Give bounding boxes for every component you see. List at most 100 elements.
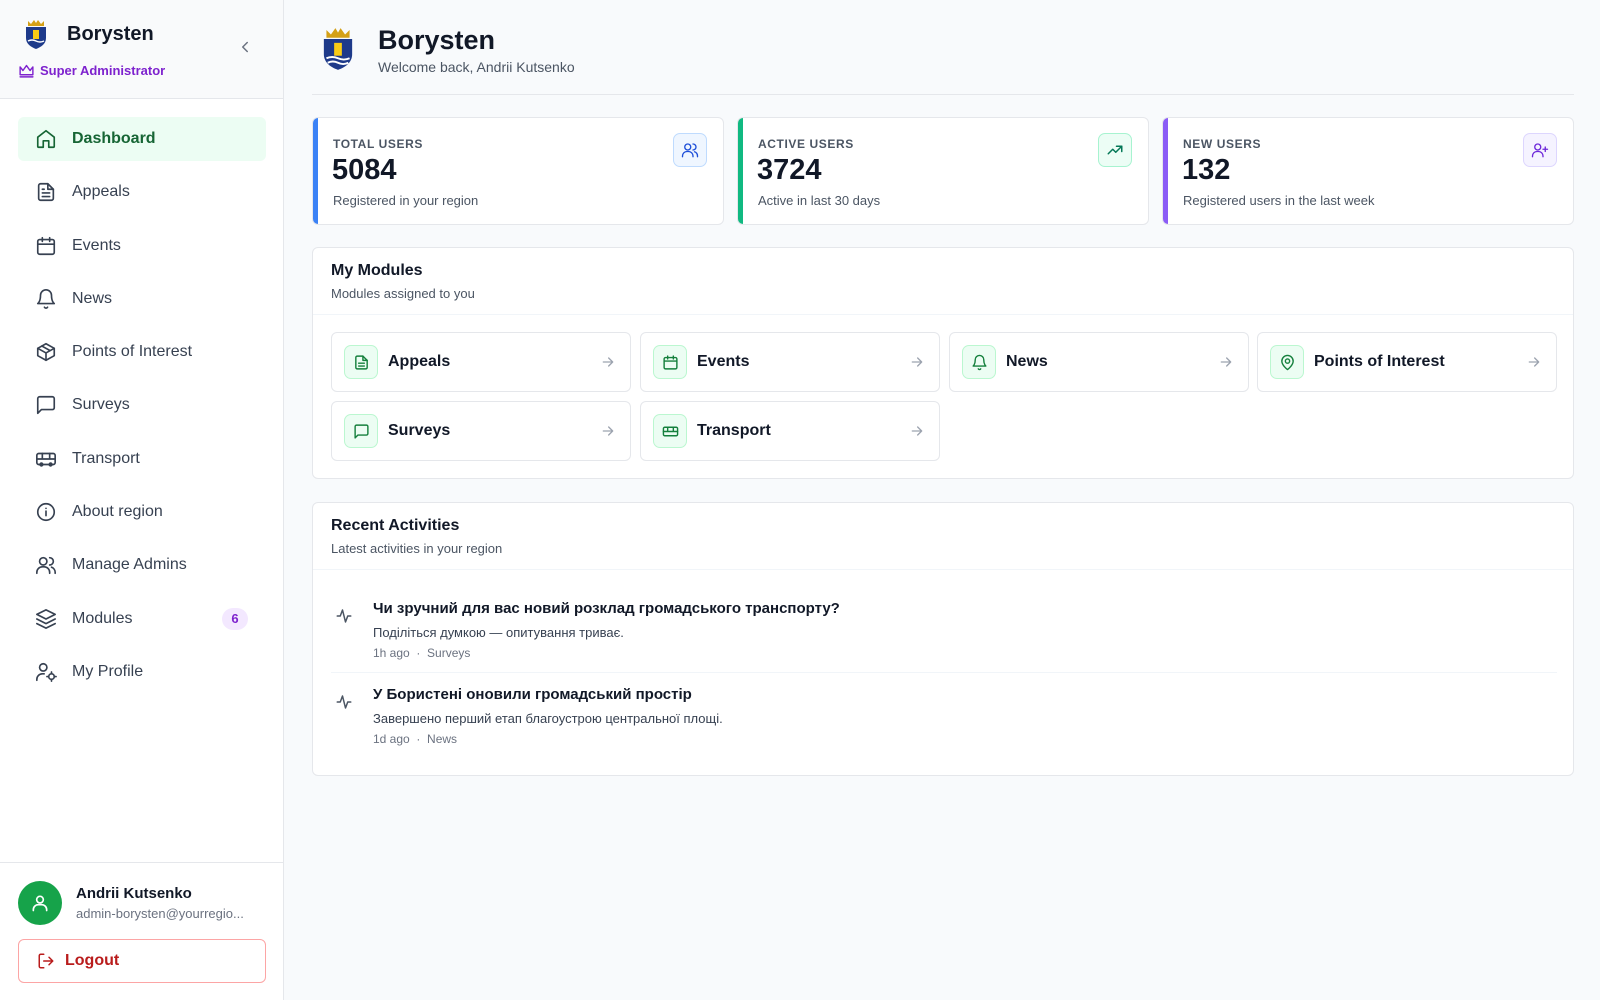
sidebar-item-manage-admins[interactable]: Manage Admins [18, 543, 266, 587]
sidebar-item-label: News [72, 289, 113, 307]
modules-card: My Modules Modules assigned to you Appea… [312, 247, 1574, 479]
sidebar-item-surveys[interactable]: Surveys [18, 383, 266, 427]
stat-card-active-users: ACTIVE USERS 3724 Active in last 30 days [737, 117, 1149, 225]
module-icon-box [1270, 345, 1304, 379]
arrow-right-icon [1528, 357, 1540, 367]
activity-description: Завершено перший етап благоустрою центра… [373, 711, 723, 726]
module-news[interactable]: News [949, 332, 1249, 392]
activity-item[interactable]: Чи зручний для вас новий розклад громадс… [331, 595, 1557, 681]
sidebar: Borysten Super Administrator Dashboard A… [0, 0, 284, 1000]
stat-icon-box [1523, 133, 1557, 167]
calendar-icon [662, 354, 678, 370]
stat-description: Active in last 30 days [758, 193, 881, 208]
sidebar-item-label: Manage Admins [72, 556, 187, 574]
activity-time: 1d ago [373, 732, 410, 746]
sidebar-item-about-region[interactable]: About region [18, 490, 266, 534]
page-title: Borysten [378, 25, 496, 55]
user-email: admin-borysten@yourregio... [76, 906, 244, 921]
document-icon [37, 183, 55, 202]
logout-button[interactable]: Logout [18, 939, 266, 983]
sidebar-item-appeals[interactable]: Appeals [18, 170, 266, 214]
bus-icon [662, 426, 678, 436]
sidebar-item-label: Events [72, 236, 121, 254]
sidebar-item-my-profile[interactable]: My Profile [18, 650, 266, 694]
stat-label: TOTAL USERS [333, 137, 423, 151]
stat-icon-box [1098, 133, 1132, 167]
activity-category: Surveys [427, 646, 471, 660]
home-icon [36, 129, 56, 149]
module-label: Events [697, 353, 750, 370]
collapse-sidebar-button[interactable] [236, 38, 254, 56]
role-badge: Super Administrator [18, 62, 165, 79]
module-label: Transport [697, 422, 771, 439]
modules-card-header: My Modules Modules assigned to you [313, 248, 1573, 315]
modules-subtitle: Modules assigned to you [331, 286, 475, 301]
arrow-right-icon [602, 426, 614, 436]
avatar[interactable] [18, 881, 62, 925]
bus-icon [36, 452, 56, 467]
coat-of-arms-icon [26, 20, 46, 49]
stat-description: Registered in your region [333, 193, 479, 208]
users-icon [36, 557, 56, 575]
sidebar-item-label: Surveys [72, 396, 130, 414]
message-icon [353, 423, 369, 439]
activity-category: News [427, 732, 458, 746]
sidebar-item-dashboard[interactable]: Dashboard [18, 117, 266, 161]
module-events[interactable]: Events [640, 332, 940, 392]
bell-icon [971, 354, 987, 370]
module-surveys[interactable]: Surveys [331, 401, 631, 461]
module-transport[interactable]: Transport [640, 401, 940, 461]
divider [331, 672, 1557, 673]
activity-meta: 1h ago · Surveys [373, 646, 471, 660]
sidebar-item-label: About region [72, 503, 163, 521]
activities-title: Recent Activities [331, 517, 460, 534]
main-content: Borysten Welcome back, Andrii Kutsenko T… [284, 0, 1600, 1000]
map-pin-icon [1280, 354, 1294, 370]
stat-label: NEW USERS [1183, 137, 1262, 151]
module-label: Surveys [388, 422, 451, 439]
stat-label: ACTIVE USERS [758, 137, 854, 151]
coat-of-arms-icon [323, 28, 353, 70]
stat-card-new-users: NEW USERS 132 Registered users in the la… [1162, 117, 1574, 225]
sidebar-item-modules[interactable]: Modules 6 [18, 597, 266, 641]
arrow-right-icon [911, 426, 923, 436]
stat-description: Registered users in the last week [1183, 193, 1375, 208]
document-icon [354, 354, 368, 370]
stat-card-total-users: TOTAL USERS 5084 Registered in your regi… [312, 117, 724, 225]
sidebar-item-label: Appeals [72, 183, 130, 201]
sidebar-item-news[interactable]: News [18, 277, 266, 321]
arrow-right-icon [1220, 357, 1232, 367]
sidebar-item-points-of-interest[interactable]: Points of Interest [18, 330, 266, 374]
sidebar-item-label: My Profile [72, 662, 144, 680]
info-icon [36, 503, 56, 522]
module-label: Points of Interest [1314, 353, 1445, 370]
activity-pulse-icon [336, 695, 352, 709]
modules-title: My Modules [331, 262, 423, 279]
sidebar-item-transport[interactable]: Transport [18, 437, 266, 481]
module-label: Appeals [388, 353, 451, 370]
message-icon [36, 396, 56, 415]
activity-title: У Бористені оновили громадський простір [373, 686, 692, 703]
logout-label: Logout [65, 952, 120, 969]
stat-value: 5084 [332, 154, 397, 186]
sidebar-item-label: Modules [72, 609, 133, 627]
activity-pulse-icon [336, 609, 352, 623]
module-icon-box [344, 345, 378, 379]
module-icon-box [653, 414, 687, 448]
activity-description: Поділіться думкою — опитування триває. [373, 625, 624, 640]
users-icon [681, 143, 699, 158]
stat-value: 3724 [757, 154, 822, 186]
module-appeals[interactable]: Appeals [331, 332, 631, 392]
activity-title: Чи зручний для вас новий розклад громадс… [373, 600, 840, 617]
arrow-right-icon [602, 357, 614, 367]
stat-value: 132 [1182, 154, 1231, 186]
sidebar-item-label: Dashboard [72, 130, 156, 147]
activities-card: Recent Activities Latest activities in y… [312, 502, 1574, 776]
sidebar-item-events[interactable]: Events [18, 224, 266, 268]
activity-item[interactable]: У Бористені оновили громадський простір … [331, 681, 1557, 767]
module-points-of-interest[interactable]: Points of Interest [1257, 332, 1557, 392]
module-icon-box [962, 345, 996, 379]
user-icon [32, 895, 48, 912]
layers-icon [36, 608, 56, 629]
bell-icon [36, 288, 56, 309]
